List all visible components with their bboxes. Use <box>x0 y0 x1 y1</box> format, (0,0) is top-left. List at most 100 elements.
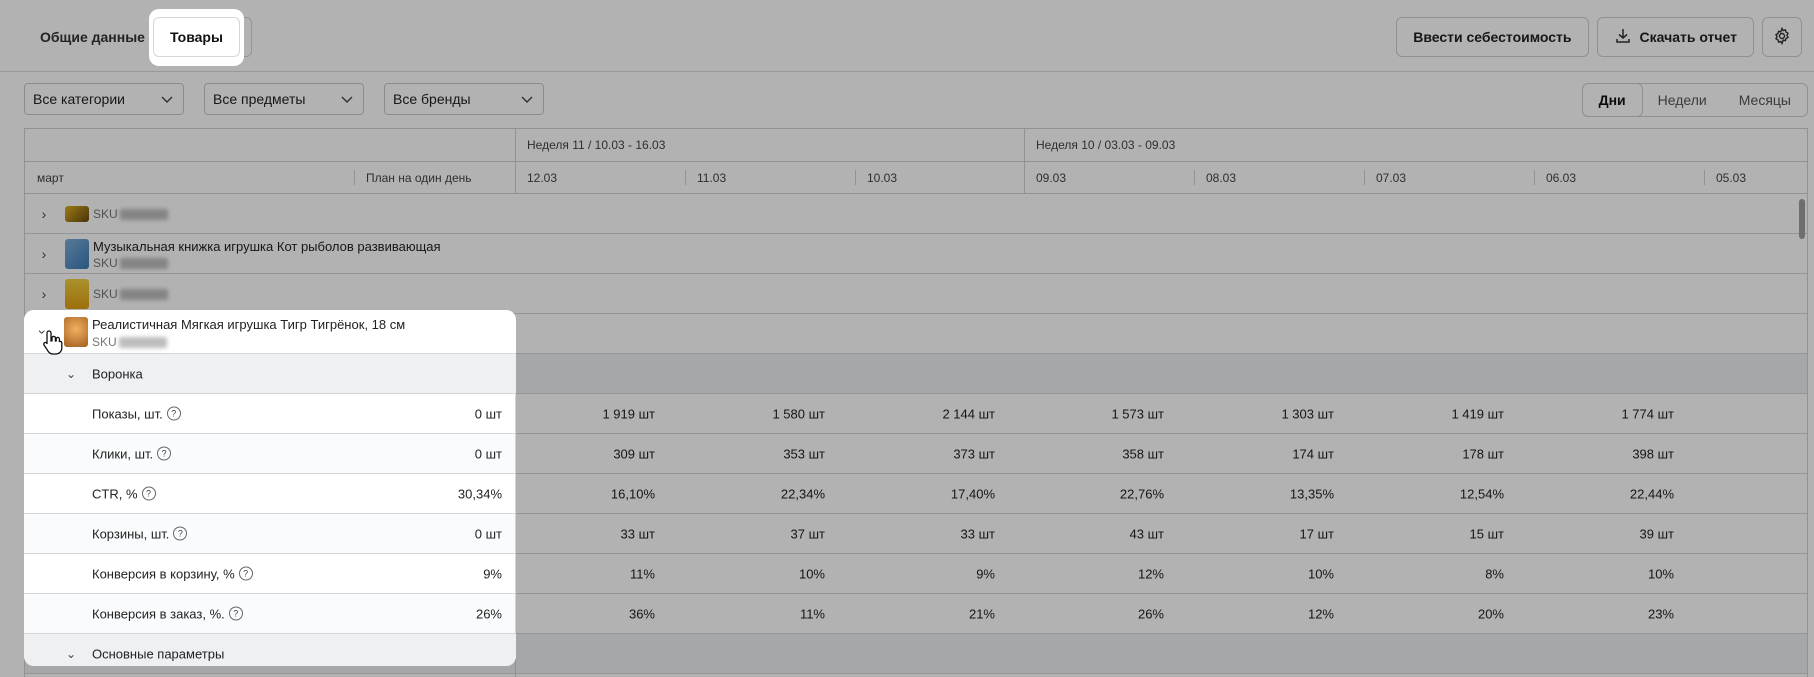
filter-bar: Все категории Все предметы Все бренды <box>24 83 544 115</box>
metric-value-cell: 12% <box>1307 606 1334 621</box>
date-col: 05.03 <box>1716 170 1747 185</box>
tutorial-highlight-tab: Товары <box>149 9 244 66</box>
date-col: 10.03 <box>867 170 898 185</box>
metric-plan-value: 9% <box>483 566 502 581</box>
metric-value-cell: 309 шт <box>613 446 655 461</box>
metric-label: Корзины, шт.? <box>92 526 188 541</box>
categories-select-value: Все категории <box>33 91 125 107</box>
question-circle-icon[interactable]: ? <box>228 606 243 621</box>
metric-value-cell: 22,34% <box>780 486 825 501</box>
metric-value-cell: 12,54% <box>1459 486 1504 501</box>
chevron-right-icon[interactable]: › <box>37 286 51 302</box>
tab-products-highlighted[interactable]: Товары <box>153 17 240 57</box>
product-name: Реалистичная Мягкая игрушка Тигр Тигрёно… <box>92 317 406 332</box>
metric-plan-value: 26% <box>475 606 502 621</box>
chevron-right-icon[interactable]: › <box>37 246 51 262</box>
tutorial-highlight-panel: › Реалистичная Мягкая игрушка Тигр Тигрё… <box>24 310 516 666</box>
sku-prefix: SKU <box>92 335 117 349</box>
sku-prefix: SKU <box>93 256 118 270</box>
period-days[interactable]: Дни <box>1581 83 1643 117</box>
metric-label-text: Клики, шт. <box>92 446 154 461</box>
metric-value-cell: 22,44% <box>1629 486 1674 501</box>
metric-value-cell: 12% <box>1137 566 1164 581</box>
question-circle-icon[interactable]: ? <box>173 526 188 541</box>
vertical-scrollbar[interactable] <box>1799 199 1805 239</box>
chevron-right-icon[interactable]: › <box>37 206 51 222</box>
metric-row: CTR, %? 30,34% <box>24 474 516 514</box>
question-circle-icon[interactable]: ? <box>141 486 156 501</box>
date-col: 09.03 <box>1036 170 1067 185</box>
metric-plan-value: 0 шт <box>474 526 502 541</box>
metric-value-cell: 37 шт <box>790 526 825 541</box>
metric-value-cell: 1 774 шт <box>1621 406 1674 421</box>
product-thumbnail <box>65 238 89 269</box>
month-label: март <box>37 170 64 185</box>
enter-cost-label: Ввести себестоимость <box>1413 29 1572 45</box>
metric-value-cell: 10% <box>1647 566 1674 581</box>
metric-value-cell: 1 580 шт <box>772 406 825 421</box>
metric-value-cell: 23% <box>1647 606 1674 621</box>
subjects-select-value: Все предметы <box>213 91 306 107</box>
product-thumbnail <box>65 205 89 222</box>
period-switcher: Дни Недели Месяцы <box>1581 83 1808 117</box>
metric-plan-value: 0 шт <box>474 446 502 461</box>
section-funnel-label: Воронка <box>92 366 143 381</box>
plan-label: План на один день <box>366 170 472 185</box>
date-col: 12.03 <box>527 170 558 185</box>
product-row[interactable]: › SKU <box>25 274 1807 314</box>
metric-value-cell: 8% <box>1485 566 1504 581</box>
sku-redacted <box>119 258 168 270</box>
product-row[interactable]: › SKU <box>25 194 1807 234</box>
chevron-down-icon[interactable]: ⌄ <box>66 647 76 661</box>
metric-value-cell: 13,35% <box>1289 486 1334 501</box>
question-circle-icon[interactable]: ? <box>166 406 181 421</box>
product-sku: SKU <box>93 287 168 301</box>
chevron-down-icon <box>341 91 353 107</box>
metric-value-cell: 17,40% <box>950 486 995 501</box>
question-circle-icon[interactable]: ? <box>157 446 172 461</box>
metric-value-cell: 1 573 шт <box>1111 406 1164 421</box>
section-main-params[interactable]: ⌄ Основные параметры <box>24 634 516 666</box>
week-10-header: Неделя 10 / 03.03 - 09.03 <box>1036 138 1176 152</box>
metric-plan-value: 30,34% <box>457 486 502 501</box>
product-row[interactable]: › Музыкальная книжка игрушка Кот рыболов… <box>25 234 1807 274</box>
chevron-down-icon[interactable]: ⌄ <box>66 367 76 381</box>
metric-value-cell: 33 шт <box>960 526 995 541</box>
section-funnel[interactable]: ⌄ Воронка <box>24 354 516 394</box>
metric-row: Конверсия в корзину, %? 9% <box>24 554 516 594</box>
sku-redacted <box>119 209 168 221</box>
categories-select[interactable]: Все категории <box>24 83 184 115</box>
gear-icon <box>1773 26 1791 48</box>
date-col: 06.03 <box>1546 170 1577 185</box>
period-months[interactable]: Месяцы <box>1723 84 1807 116</box>
metric-value-cell: 358 шт <box>1122 446 1164 461</box>
hand-pointer-icon <box>42 329 64 358</box>
product-name: Музыкальная книжка игрушка Кот рыболов р… <box>93 239 441 254</box>
period-weeks[interactable]: Недели <box>1642 84 1723 116</box>
metric-label: Конверсия в заказ, %.? <box>92 606 243 621</box>
metric-label-text: Конверсия в корзину, % <box>92 566 235 581</box>
enter-cost-button[interactable]: Ввести себестоимость <box>1396 17 1589 57</box>
divider <box>515 474 516 513</box>
metric-label-text: CTR, % <box>92 486 138 501</box>
subjects-select[interactable]: Все предметы <box>204 83 364 115</box>
expanded-product-row[interactable]: › Реалистичная Мягкая игрушка Тигр Тигрё… <box>24 310 516 354</box>
metric-value-cell: 10% <box>798 566 825 581</box>
metric-value-cell: 11% <box>629 566 655 581</box>
metric-value-cell: 2 144 шт <box>942 406 995 421</box>
product-sku: SKU <box>93 207 168 221</box>
metric-value-cell: 9% <box>976 566 995 581</box>
settings-button[interactable] <box>1762 17 1802 57</box>
tab-general-data[interactable]: Общие данные <box>24 17 161 57</box>
brands-select[interactable]: Все бренды <box>384 83 544 115</box>
metric-label: Клики, шт.? <box>92 446 172 461</box>
divider <box>515 434 516 473</box>
metric-value-cell: 174 шт <box>1292 446 1334 461</box>
question-circle-icon[interactable]: ? <box>238 566 253 581</box>
download-report-button[interactable]: Скачать отчет <box>1596 17 1754 57</box>
divider <box>515 554 516 593</box>
metric-value-cell: 20% <box>1477 606 1504 621</box>
metric-value-cell: 15 шт <box>1469 526 1504 541</box>
metric-value-cell: 43 шт <box>1129 526 1164 541</box>
metric-value-cell: 353 шт <box>783 446 825 461</box>
